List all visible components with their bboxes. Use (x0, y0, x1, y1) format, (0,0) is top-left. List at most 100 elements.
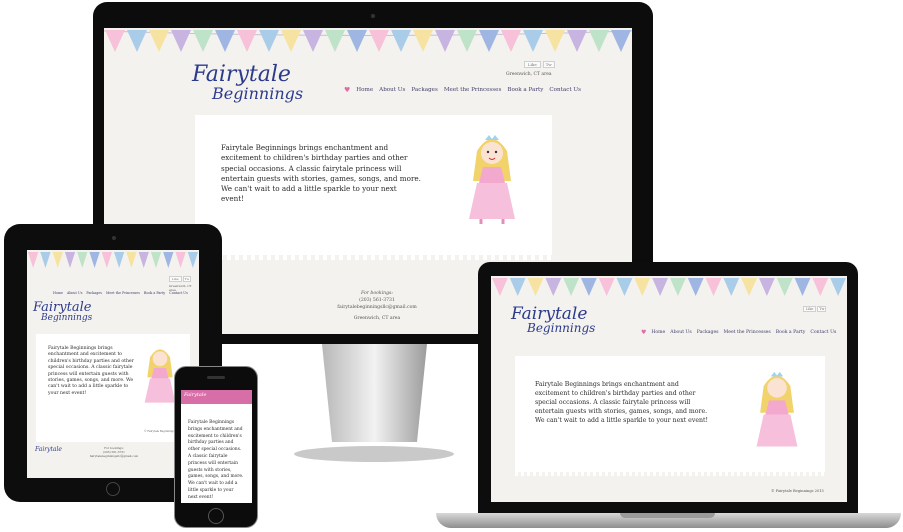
phone-speaker (207, 376, 225, 379)
nav-packages[interactable]: Packages (697, 330, 719, 335)
bunting-flag (149, 30, 169, 52)
intro-text: Fairytale Beginnings brings enchantment … (188, 420, 244, 500)
bunting-flag (545, 278, 562, 296)
bunting-flag (101, 252, 112, 268)
footer-email[interactable]: fairytalebeginningsllc@gmail.com (312, 304, 442, 311)
nav-about[interactable]: About Us (67, 291, 82, 295)
bunting-flag (64, 252, 76, 268)
bunting-flag (611, 30, 631, 52)
nav-home[interactable]: Home (356, 87, 373, 93)
nav-packages[interactable]: Packages (86, 291, 102, 295)
bunting-flag (567, 30, 587, 52)
bunting-flag (163, 252, 174, 268)
laptop-notch (620, 513, 715, 518)
bunting-flag (457, 30, 477, 52)
bunting-flag (581, 278, 597, 296)
tablet-camera (112, 236, 116, 240)
nav-princesses[interactable]: Meet the Princesses (724, 330, 771, 335)
tweet-button[interactable]: Tw (542, 61, 555, 68)
bunting-flag (776, 278, 793, 296)
intro-panel: Fairytale Beginnings brings enchantment … (515, 356, 825, 472)
tweet-button[interactable]: Tw (182, 276, 192, 282)
like-button[interactable]: Like (169, 276, 182, 282)
bunting-flag (138, 252, 149, 268)
phone-home-button[interactable] (208, 508, 224, 524)
bunting-flag (127, 30, 147, 52)
bunting-flag (527, 278, 544, 296)
copyright: © Fairytale Beginnings 2015 (771, 489, 824, 493)
site-logo-line2[interactable]: Beginnings (41, 313, 92, 323)
bunting-flag (89, 252, 100, 268)
site-logo-line2[interactable]: Beginnings (212, 84, 303, 103)
bunting-flag (114, 252, 125, 268)
monitor-camera (371, 14, 375, 18)
nav-book[interactable]: Book a Party (144, 291, 165, 295)
bunting-flag (616, 278, 633, 296)
nav-princesses[interactable]: Meet the Princesses (106, 291, 140, 295)
bunting-flag (40, 252, 51, 268)
bunting-flag (175, 252, 186, 268)
nav-contact[interactable]: Contact Us (810, 330, 836, 335)
util-buttons: Like Tw (803, 306, 827, 312)
bunting-flag (830, 278, 846, 296)
nav-princesses[interactable]: Meet the Princesses (444, 87, 502, 93)
intro-panel: Fairytale Beginnings brings enchantment … (195, 115, 552, 255)
footer-logo: Fairytale (35, 446, 62, 453)
bunting-flag (303, 30, 323, 52)
laptop-screen: Like Tw Fairytale Beginnings ♥ Home Abou… (491, 276, 847, 502)
princess-illustration (144, 349, 176, 403)
util-buttons: Like Tw (524, 61, 555, 68)
princess-illustration (469, 135, 515, 224)
footer-email[interactable]: fairytalebeginningsllc@gmail.com (89, 454, 139, 458)
bunting-flag (193, 30, 213, 52)
bunting-flag (705, 278, 722, 296)
bunting-flag (28, 252, 39, 268)
main-nav: Home About Us Packages Meet the Princess… (53, 291, 188, 295)
like-button[interactable]: Like (524, 61, 541, 68)
bunting-flag (347, 30, 367, 52)
tweet-button[interactable]: Tw (817, 306, 827, 312)
nav-contact[interactable]: Contact Us (169, 291, 188, 295)
site-logo-line2[interactable]: Beginnings (527, 321, 595, 335)
tablet-home-button[interactable] (106, 482, 120, 496)
bunting-flag (259, 30, 279, 52)
nav-book[interactable]: Book a Party (776, 330, 806, 335)
monitor-stand (294, 344, 454, 462)
bunting-flag (652, 278, 668, 296)
bunting-flag (391, 30, 411, 52)
bunting-flag (105, 30, 125, 52)
intro-text: Fairytale Beginnings brings enchantment … (48, 346, 134, 396)
heart-icon: ♥ (344, 86, 351, 94)
nav-about[interactable]: About Us (379, 87, 405, 93)
bunting-flag (545, 30, 565, 52)
bunting-flag (501, 30, 521, 52)
bunting-flag (479, 30, 499, 52)
util-buttons: Like Tw (169, 276, 192, 282)
main-nav: ♥ Home About Us Packages Meet the Prince… (641, 329, 836, 336)
bunting-flag (523, 30, 543, 52)
main-nav: ♥ Home About Us Packages Meet the Prince… (344, 86, 581, 94)
bunting-flag (369, 30, 389, 52)
intro-text: Fairytale Beginnings brings enchantment … (535, 381, 708, 424)
bunting-flag (215, 30, 235, 52)
nav-book[interactable]: Book a Party (507, 87, 543, 93)
nav-about[interactable]: About Us (670, 330, 692, 335)
bunting-flag (237, 30, 257, 52)
bunting-flag (670, 278, 686, 296)
bunting-flag (598, 278, 615, 296)
bunting-flag (563, 278, 579, 296)
nav-contact[interactable]: Contact Us (549, 87, 581, 93)
like-button[interactable]: Like (803, 306, 817, 312)
bunting-flags (28, 252, 198, 268)
bunting-flag (759, 278, 775, 296)
bunting-flags (492, 278, 846, 296)
bunting-flag (435, 30, 455, 52)
footer-area: Greenwich, CT area (353, 316, 401, 321)
bunting-flag (812, 278, 829, 296)
nav-packages[interactable]: Packages (411, 87, 437, 93)
nav-home[interactable]: Home (53, 291, 63, 295)
lace-border (515, 472, 825, 476)
site-logo[interactable]: Fairytale (184, 392, 206, 398)
heart-icon: ♥ (641, 329, 647, 336)
nav-home[interactable]: Home (651, 330, 665, 335)
